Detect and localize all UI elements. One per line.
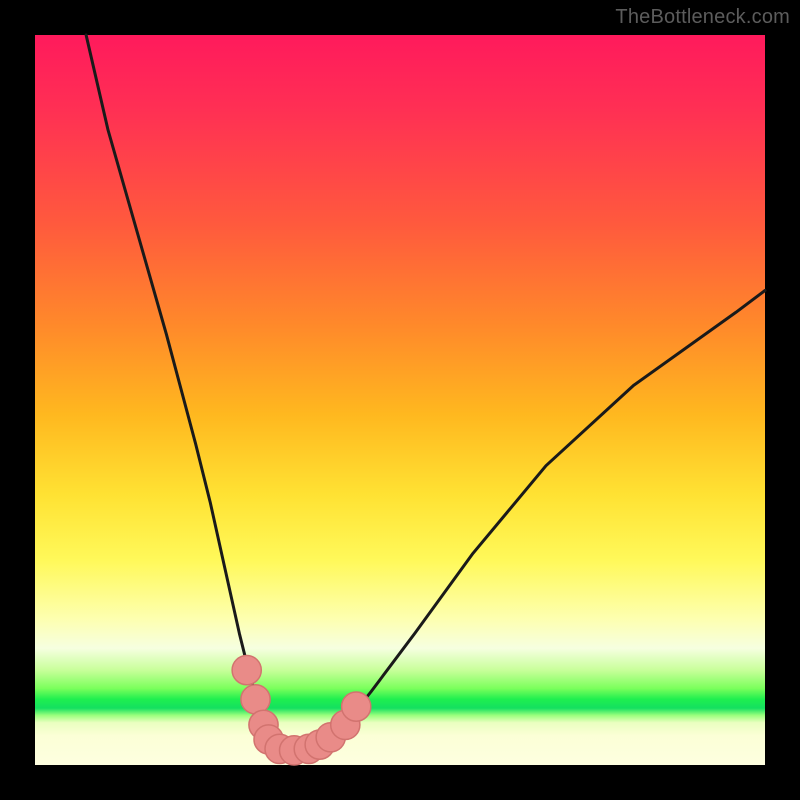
curve-marker [232, 656, 261, 685]
chart-svg [35, 35, 765, 765]
curve-markers [232, 656, 371, 766]
curve-marker [241, 685, 270, 714]
curve-marker [342, 692, 371, 721]
plot-area [35, 35, 765, 765]
frame: TheBottleneck.com [0, 0, 800, 800]
watermark-text: TheBottleneck.com [615, 6, 790, 29]
bottleneck-curve [86, 35, 765, 750]
